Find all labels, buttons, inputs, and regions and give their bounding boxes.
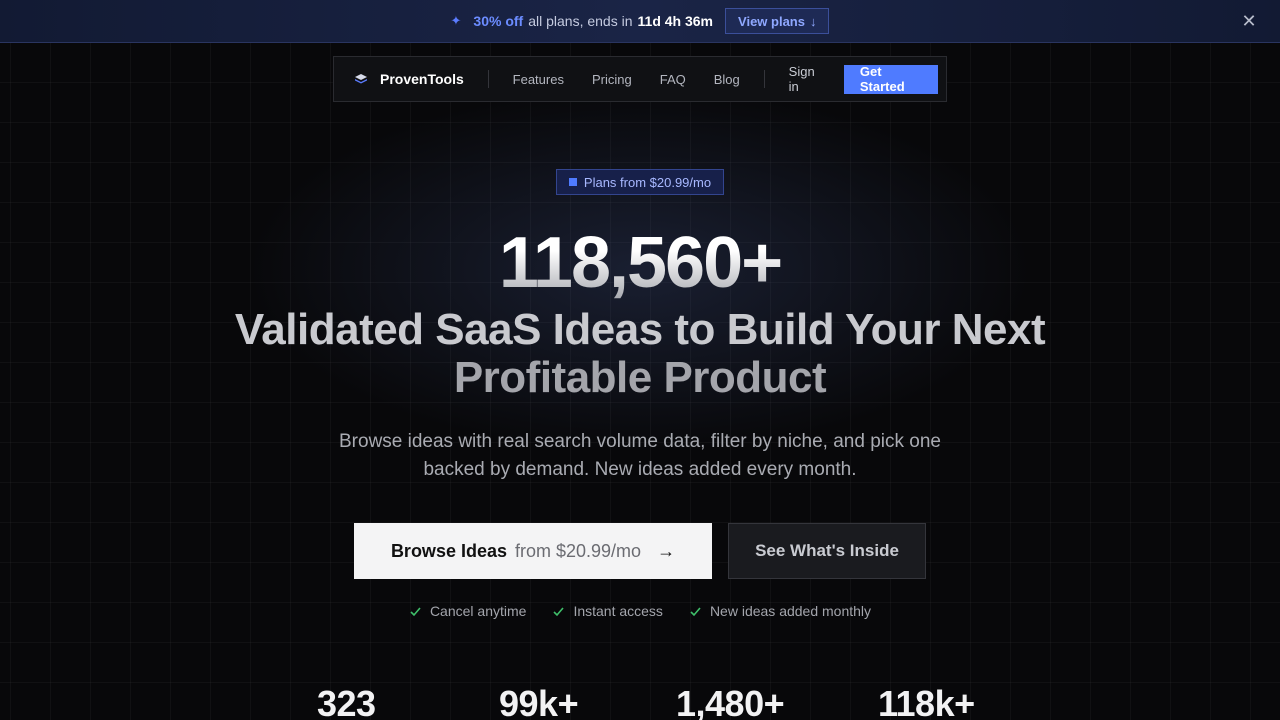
- check-icon: [690, 606, 701, 616]
- hero-subtitle: Browse ideas with real search volume dat…: [339, 431, 941, 480]
- close-icon[interactable]: ✕: [1240, 12, 1258, 30]
- browse-ideas-price: from $20.99/mo: [515, 540, 642, 561]
- idea-count: 118,560+: [0, 222, 1280, 304]
- brand-name: ProvenTools: [380, 71, 464, 87]
- benefit-label: New ideas added monthly: [709, 603, 872, 619]
- headline-line-1: Validated SaaS Ideas to Build Your Next: [234, 305, 1046, 354]
- nav-link-features[interactable]: Features: [513, 72, 564, 87]
- arrow-down-icon: ↓: [809, 13, 817, 29]
- headline-line-2: Profitable Product: [453, 353, 827, 402]
- browse-ideas-label: Browse Ideas: [390, 540, 507, 561]
- stat-value: 1,480+: [676, 683, 785, 720]
- nav-link-blog[interactable]: Blog: [714, 72, 740, 87]
- get-started-button[interactable]: Get Started: [843, 64, 939, 94]
- view-plans-label: View plans: [738, 13, 805, 29]
- benefit-list: Cancel anytime Instant access New ideas …: [0, 603, 1280, 619]
- browse-ideas-button[interactable]: Browse Ideas from $20.99/mo →: [354, 523, 712, 579]
- benefit-item: New ideas added monthly: [689, 603, 871, 619]
- logo[interactable]: ProvenTools: [354, 71, 464, 87]
- check-icon: [410, 606, 421, 616]
- pricing-badge-label: Plans from $20.99/mo: [583, 174, 712, 190]
- sign-in-link[interactable]: Sign in: [789, 64, 824, 94]
- promo-banner: ✦ 30% off all plans, ends in 11d 4h 36m …: [0, 0, 1280, 43]
- sparkle-icon: ✦: [450, 13, 462, 28]
- square-icon: [568, 178, 577, 186]
- check-icon: [553, 606, 565, 616]
- arrow-right-icon: →: [657, 540, 676, 561]
- pricing-badge: Plans from $20.99/mo: [556, 169, 724, 195]
- stat-value: 99k+: [499, 683, 579, 720]
- see-whats-inside-button[interactable]: See What's Inside: [728, 523, 926, 579]
- promo-discount: 30% off: [473, 13, 524, 29]
- view-plans-button[interactable]: View plans ↓: [725, 8, 830, 34]
- navbar: ProvenTools Features Pricing FAQ Blog Si…: [333, 56, 947, 102]
- promo-text: all plans, ends in: [528, 13, 633, 29]
- nav-link-pricing[interactable]: Pricing: [592, 72, 632, 87]
- benefit-label: Instant access: [573, 603, 663, 619]
- benefit-label: Cancel anytime: [429, 603, 527, 619]
- nav-divider: [487, 70, 489, 88]
- stat-value: 118k+: [878, 683, 975, 720]
- benefit-item: Instant access: [552, 603, 663, 619]
- nav-divider: [763, 70, 765, 88]
- hero-headline: Validated SaaS Ideas to Build Your Next …: [0, 306, 1280, 402]
- nav-link-faq[interactable]: FAQ: [660, 72, 686, 87]
- stat-value: 323: [317, 683, 376, 720]
- layers-icon: [355, 74, 367, 84]
- promo-timer: 11d 4h 36m: [637, 13, 714, 29]
- benefit-item: Cancel anytime: [409, 603, 527, 619]
